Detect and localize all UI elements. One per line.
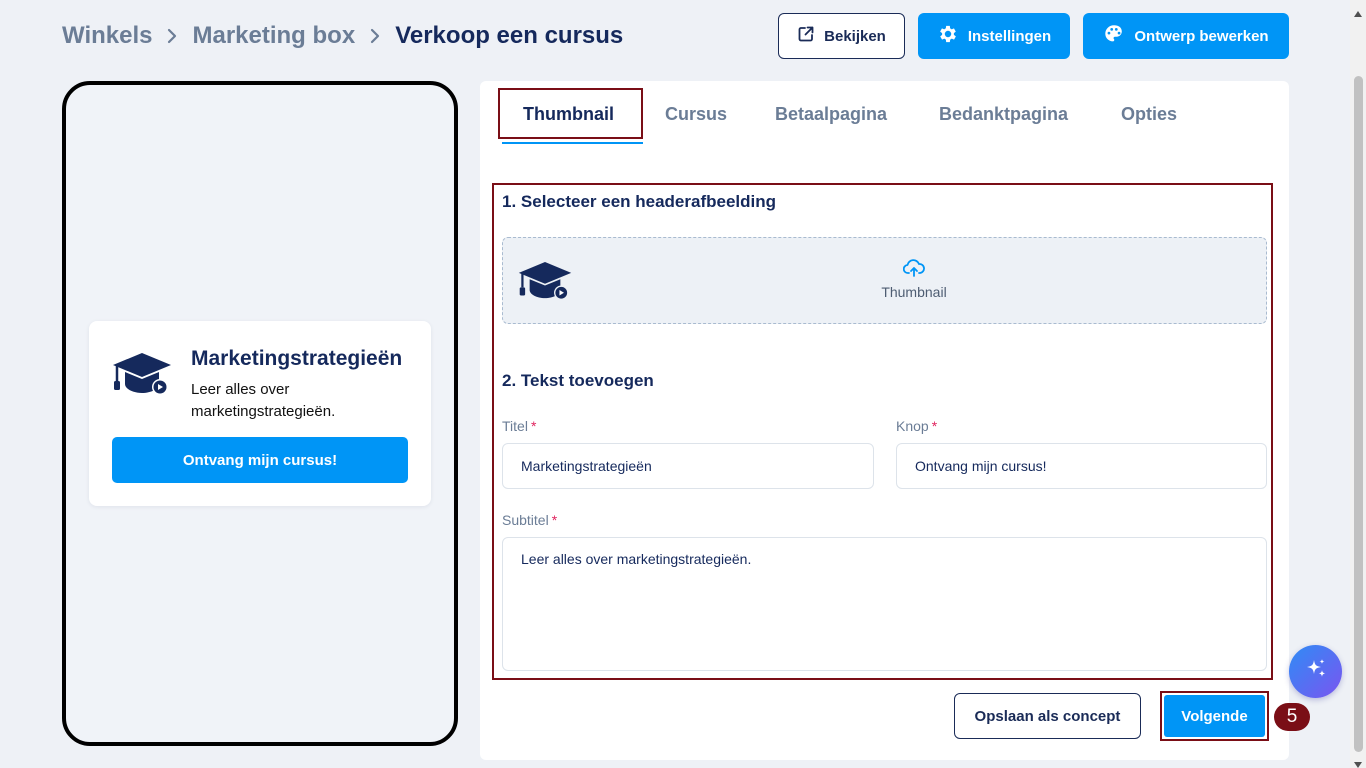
edit-design-button[interactable]: Ontwerp bewerken (1083, 13, 1289, 59)
section-header-image-title: 1. Selecteer een headerafbeelding (502, 192, 777, 211)
chevron-right-icon (166, 27, 178, 45)
tab-opties[interactable]: Opties (1121, 104, 1177, 125)
chevron-right-icon (369, 27, 381, 45)
save-draft-button[interactable]: Opslaan als concept (954, 693, 1141, 739)
view-button[interactable]: Bekijken (778, 13, 905, 59)
button-text-input[interactable]: Ontvang mijn cursus! (896, 443, 1267, 489)
external-link-icon (797, 25, 815, 47)
graduation-cap-icon (111, 351, 173, 402)
button-field-label: Knop * (896, 418, 938, 434)
preview-subtitle: Leer alles over marketingstrategieën. (191, 381, 336, 420)
active-tab-indicator (502, 142, 643, 144)
breadcrumb-item-winkels[interactable]: Winkels (62, 22, 152, 50)
scrollbar-thumb[interactable] (1354, 76, 1363, 752)
breadcrumb: Winkels Marketing box Verkoop een cursus (62, 18, 623, 54)
subtitle-field-label: Subtitel * (502, 512, 558, 528)
next-button[interactable]: Volgende (1164, 695, 1265, 737)
page-title: Verkoop een cursus (395, 22, 624, 49)
section-text-title: 2. Tekst toevoegen (502, 371, 654, 390)
preview-cta-button[interactable]: Ontvang mijn cursus! (112, 437, 408, 483)
required-marker: * (931, 418, 938, 434)
tab-cursus[interactable]: Cursus (665, 104, 727, 125)
title-field-label: Titel * (502, 418, 537, 434)
view-button-label: Bekijken (824, 27, 886, 45)
step-badge: 5 (1274, 703, 1310, 731)
required-marker: * (551, 512, 558, 528)
tab-bedanktpagina[interactable]: Bedanktpagina (939, 104, 1068, 125)
settings-button[interactable]: Instellingen (918, 13, 1070, 59)
title-input[interactable]: Marketingstrategieën (502, 443, 874, 489)
preview-card: Marketingstrategieën Leer alles over mar… (89, 321, 431, 506)
tab-thumbnail[interactable]: Thumbnail (523, 104, 614, 125)
ai-assistant-button[interactable] (1289, 645, 1342, 698)
scroll-down-arrow-icon[interactable] (1353, 756, 1363, 768)
graduation-cap-icon (517, 260, 573, 307)
gear-icon (937, 23, 959, 49)
required-marker: * (530, 418, 537, 434)
tab-betaalpagina[interactable]: Betaalpagina (775, 104, 887, 125)
preview-title: Marketingstrategieën (191, 347, 403, 370)
palette-icon (1103, 23, 1125, 49)
scroll-up-arrow-icon[interactable] (1353, 5, 1363, 17)
settings-button-label: Instellingen (967, 27, 1052, 45)
thumbnail-upload-zone[interactable]: Thumbnail (502, 237, 1267, 324)
upload-label: Thumbnail (881, 284, 947, 300)
edit-design-button-label: Ontwerp bewerken (1134, 27, 1269, 45)
breadcrumb-item-marketing-box[interactable]: Marketing box (192, 22, 355, 50)
cloud-upload-icon (902, 258, 925, 283)
subtitle-textarea[interactable]: Leer alles over marketingstrategieën. (502, 537, 1267, 671)
sparkles-icon (1303, 656, 1329, 687)
